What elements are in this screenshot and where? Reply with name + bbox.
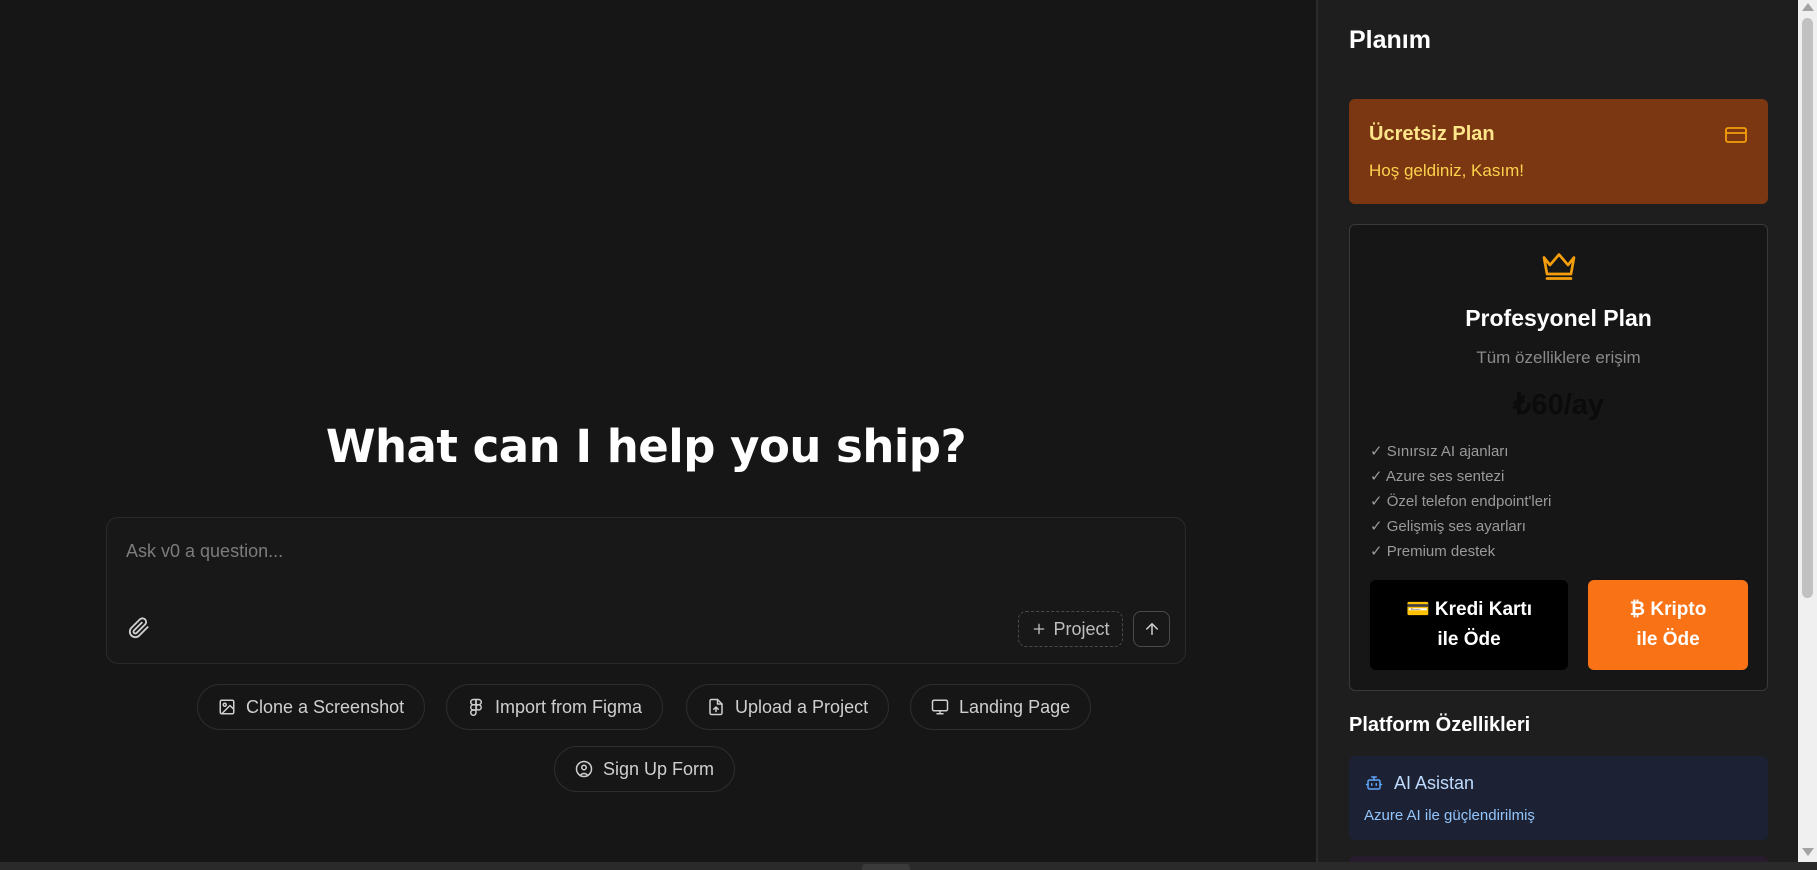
pay-crypto-label: ₿ Kripto ile Öde: [1630, 595, 1707, 655]
attach-button[interactable]: [125, 614, 153, 642]
bot-icon: [1365, 776, 1383, 790]
pro-plan-card: Profesyonel Plan Tüm özelliklere erişim …: [1349, 224, 1768, 691]
suggestion-import-figma[interactable]: Import from Figma: [446, 684, 664, 730]
suggestion-landing-page[interactable]: Landing Page: [910, 684, 1092, 730]
pay-credit-card-line2: ile Öde: [1437, 629, 1501, 650]
image-icon: [219, 699, 235, 715]
suggestion-clone-screenshot[interactable]: Clone a Screenshot: [197, 684, 426, 730]
suggestion-label: Landing Page: [959, 696, 1071, 717]
send-button[interactable]: [1133, 611, 1170, 647]
figma-icon: [470, 698, 482, 716]
bottom-resize-handle[interactable]: [862, 864, 910, 870]
arrow-up-icon: [1145, 623, 1158, 635]
credit-card-icon: [1725, 127, 1747, 143]
suggestion-upload-project[interactable]: Upload a Project: [686, 684, 890, 730]
plan-sidebar: Planım Ücretsiz Plan Hoş geldiniz, Kasım…: [1318, 0, 1798, 862]
pro-plan-price: ₺60/ay: [1512, 389, 1605, 421]
file-upload-icon: [709, 698, 723, 716]
feature-item: ✓ Özel telefon endpoint'leri: [1370, 493, 1552, 510]
add-project-button[interactable]: Project: [1018, 611, 1123, 647]
pay-crypto-button[interactable]: ₿ Kripto ile Öde: [1588, 580, 1748, 670]
platform-feature-name: AI Asistan: [1394, 773, 1475, 793]
scroll-thumb[interactable]: [1802, 18, 1813, 598]
user-circle-icon: [575, 760, 593, 778]
feature-list: ✓ Sınırsız AI ajanları ✓ Azure ses sente…: [1370, 439, 1551, 564]
feature-item: ✓ Gelişmiş ses ayarları: [1370, 518, 1526, 535]
suggestion-label: Sign Up Form: [603, 758, 715, 779]
feature-item: ✓ Premium destek: [1370, 543, 1496, 560]
platform-feature-description: Azure AI ile güçlendirilmiş: [1364, 807, 1535, 824]
suggestion-label: Upload a Project: [735, 696, 869, 717]
app-window: What can I help you ship? Project Clone …: [0, 0, 1817, 870]
feature-item: ✓ Azure ses sentezi: [1370, 468, 1505, 485]
feature-item: ✓ Sınırsız AI ajanları: [1370, 443, 1509, 460]
prompt-input[interactable]: [126, 536, 1026, 566]
crown-icon: [1542, 253, 1576, 280]
scroll-up-arrow[interactable]: [1802, 3, 1814, 11]
pay-credit-card-label: 💳 Kredi Kartı ile Öde: [1406, 595, 1532, 655]
platform-features-title: Platform Özellikleri: [1349, 714, 1531, 736]
monitor-icon: [931, 699, 949, 715]
pro-plan-title: Profesyonel Plan: [1465, 305, 1652, 331]
free-plan-card: Ücretsiz Plan Hoş geldiniz, Kasım!: [1349, 99, 1768, 204]
free-plan-title: Ücretsiz Plan: [1369, 123, 1495, 145]
platform-feature-card: AI Asistan Azure AI ile güçlendirilmiş: [1349, 756, 1768, 840]
pay-crypto-line2: ile Öde: [1636, 629, 1700, 650]
scroll-down-arrow[interactable]: [1802, 848, 1814, 856]
welcome-message: Hoş geldiniz, Kasım!: [1369, 161, 1524, 180]
paperclip-icon: [128, 617, 149, 639]
project-label: Project: [1053, 618, 1110, 639]
sidebar-title: Planım: [1349, 26, 1431, 54]
suggestion-label: Import from Figma: [495, 696, 643, 717]
pay-crypto-line1: ₿ Kripto: [1629, 599, 1707, 620]
pay-credit-card-button[interactable]: 💳 Kredi Kartı ile Öde: [1370, 580, 1568, 670]
main-area: What can I help you ship? Project Clone …: [0, 0, 1317, 862]
plus-icon: [1034, 623, 1045, 635]
suggestion-sign-up-form[interactable]: Sign Up Form: [554, 746, 736, 792]
suggestion-label: Clone a Screenshot: [246, 696, 405, 717]
sidebar-scrollbar[interactable]: [1798, 0, 1817, 862]
prompt-box: Project: [106, 517, 1186, 664]
pro-plan-subtitle: Tüm özelliklere erişim: [1476, 348, 1641, 367]
page-title: What can I help you ship?: [325, 420, 967, 473]
pay-credit-card-line1: 💳 Kredi Kartı: [1405, 599, 1533, 620]
